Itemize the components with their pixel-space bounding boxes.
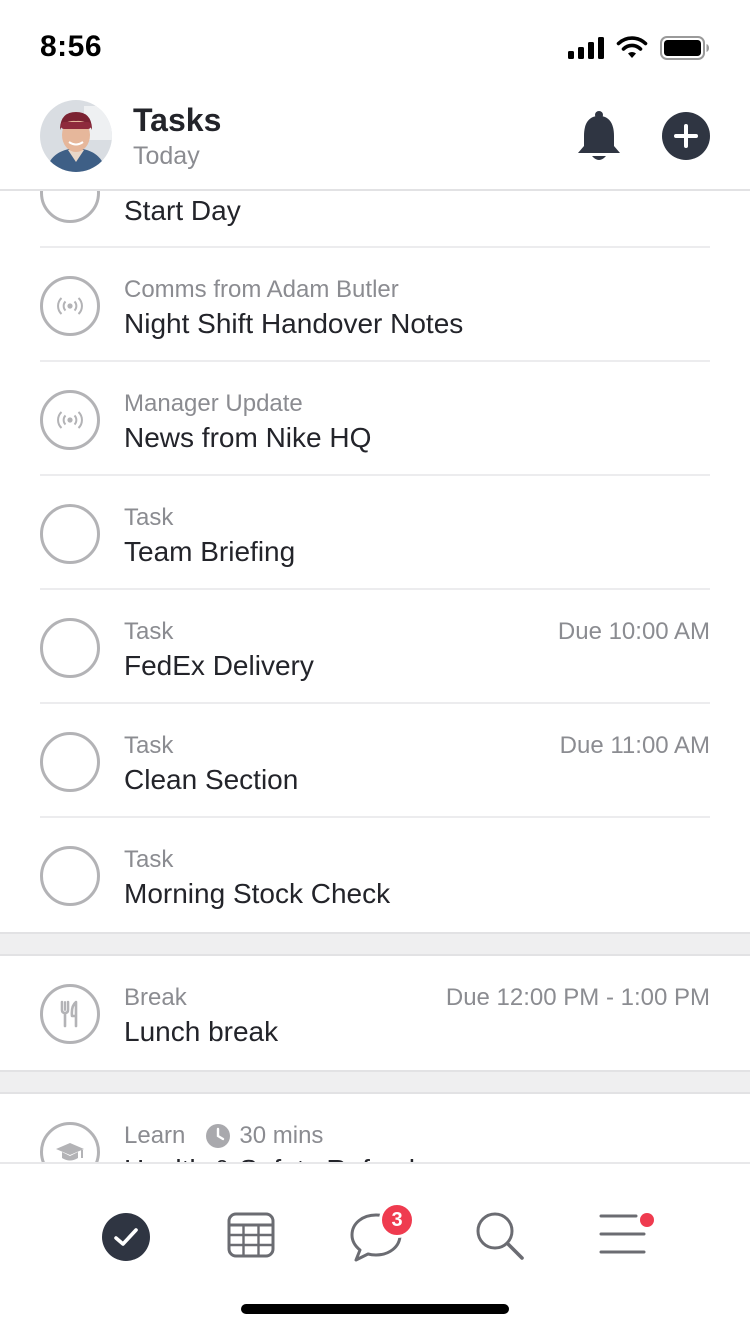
tab-tasks[interactable] [101,1212,151,1262]
task-category: Task [124,504,174,531]
list-item[interactable]: Task Team Briefing [0,476,750,590]
tab-messages[interactable]: 3 [349,1202,415,1264]
task-title: Start Day [124,195,241,226]
add-task-button[interactable] [662,112,710,160]
fork-knife-icon [40,984,100,1044]
wifi-icon [616,36,648,58]
task-category: Comms from Adam Butler [124,276,399,303]
messages-badge: 3 [379,1202,415,1238]
cellular-signal-icon [568,37,604,59]
status-time: 8:56 [40,30,103,63]
task-title: News from Nike HQ [124,422,372,453]
task-checkbox[interactable] [40,846,100,906]
list-item[interactable]: Learn 30 mins Health & Safety Refresher [0,1094,750,1163]
task-category: Manager Update [124,390,303,417]
task-due-time: Due 10:00 AM [557,618,710,645]
clock-icon [206,1124,231,1148]
list-item[interactable]: Task Due 11:00 AM Clean Section [0,704,750,818]
task-title: FedEx Delivery [124,650,314,681]
plus-circle-icon [662,112,710,160]
task-checkbox[interactable] [40,618,100,678]
graduation-cap-icon [40,1122,100,1163]
task-title: Lunch break [124,1016,279,1047]
task-due-time: Due 12:00 PM - 1:00 PM [445,984,710,1011]
notifications-button[interactable] [574,110,624,164]
page-title: Tasks [133,102,222,138]
task-list: Start Day Comms from Adam Butler Night S… [0,191,750,1163]
search-icon [476,1212,524,1260]
broadcast-icon [40,276,100,336]
home-indicator[interactable] [241,1304,509,1314]
section-separator [0,932,750,956]
task-due-time: Due 11:00 AM [559,732,710,759]
status-bar: 8:56 [0,0,750,96]
task-category: Learn [124,1122,186,1149]
list-item[interactable]: Comms from Adam Butler Night Shift Hando… [0,248,750,362]
broadcast-icon [40,390,100,450]
task-checkbox[interactable] [40,504,100,564]
avatar[interactable] [40,100,112,172]
section-separator [0,1070,750,1094]
task-status-icon[interactable] [40,191,100,223]
task-category: Task [124,618,174,645]
tab-search[interactable] [474,1210,526,1262]
tab-menu[interactable] [598,1210,656,1262]
header: Tasks Today [0,96,750,191]
list-item[interactable]: Task Morning Stock Check [0,818,750,932]
status-icons [568,36,710,60]
task-title: Morning Stock Check [124,878,391,909]
task-category: Break [124,984,187,1011]
task-title: Team Briefing [124,536,296,567]
tab-schedule[interactable] [226,1210,276,1260]
task-category: Task [124,732,174,759]
calendar-icon [227,1212,275,1258]
page-subtitle: Today [133,142,200,170]
learn-duration: 30 mins [239,1122,324,1149]
list-item[interactable]: Manager Update News from Nike HQ [0,362,750,476]
bell-icon [578,111,620,160]
menu-notification-dot [640,1213,654,1227]
task-title: Night Shift Handover Notes [124,308,464,339]
list-item[interactable]: Start Day [0,191,750,248]
learn-meta: Learn 30 mins [124,1122,323,1150]
check-circle-icon [102,1213,150,1261]
list-item[interactable]: Task Due 10:00 AM FedEx Delivery [0,590,750,704]
list-item[interactable]: Break Due 12:00 PM - 1:00 PM Lunch break [0,956,750,1070]
task-checkbox[interactable] [40,732,100,792]
task-category: Task [124,846,174,873]
battery-icon [660,36,709,60]
task-title: Clean Section [124,764,299,795]
